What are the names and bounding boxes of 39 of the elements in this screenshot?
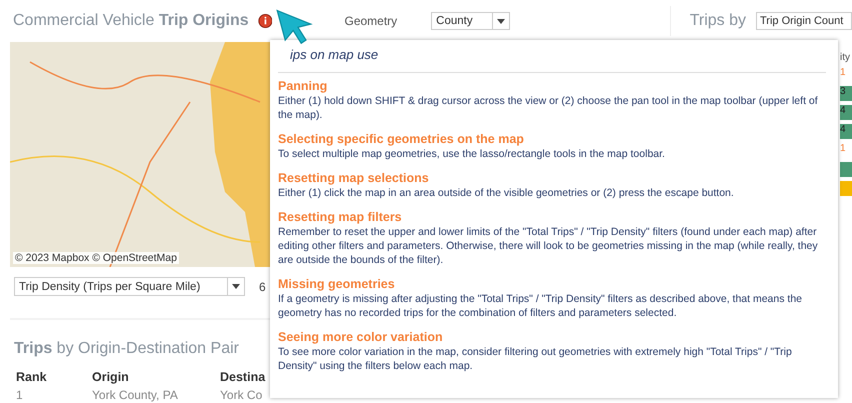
table-title: Trips by Origin-Destination Pair [13, 340, 239, 358]
section-heading: Panning [278, 79, 328, 94]
table-cell-text: 1 [16, 388, 24, 403]
bar: 3 [840, 86, 852, 101]
section-heading: Selecting specific geometries on the map [278, 132, 525, 147]
bar: 4 [840, 124, 852, 139]
table-cell: York Co [220, 388, 262, 403]
popup-title: ips on map use [290, 47, 380, 62]
geometry-dropdown[interactable]: County [431, 12, 510, 30]
column-header: ity [840, 52, 851, 63]
map-placeholder[interactable]: © 2023 Mapbox © OpenStreetMap [10, 42, 270, 267]
column-header: Destina [220, 370, 266, 386]
section-heading: Resetting map filters [278, 210, 403, 225]
map-attribution: © 2023 Mapbox © OpenStreetMap [13, 252, 179, 264]
column-header: Origin [92, 370, 130, 386]
info-icon[interactable] [258, 12, 272, 30]
section-heading: Resetting map selections [278, 171, 430, 186]
trips-by-dropdown[interactable]: Trip Origin Count [756, 12, 852, 30]
caret-icon [232, 284, 240, 289]
section-text: If a geometry is missing after adjusting the "Total Trips" / "Trip Density" filters as described above, that means the geometry has no recorded trips for the combination of filters and parameters selected. [278, 292, 804, 320]
section-text: Remember to reset the upper and lower limits of the "Total Trips" / "Trip Density" filters (found under each map) after editing other filters and parameters. Otherwise, there will look to be geometries missing in the map (while really, they are outside the bounds of the filter). [278, 225, 819, 267]
section-text: Either (1) hold down SHIFT & drag cursor across the view or (2) choose the pan tool in the map toolbar (upper left of the map). [278, 94, 819, 122]
dashboard-title: Commercial Vehicle Trip Origins [13, 12, 249, 30]
section-text: To see more color variation in the map, consider filtering out geometries with extremely high "Total Trips" / "Trip Density" using the filters below each map. [278, 345, 793, 373]
cursor-arrow-icon [274, 8, 314, 45]
bar: 4 [840, 105, 852, 120]
value-label: 1 [840, 67, 847, 80]
geometry-label: Geometry [344, 14, 398, 28]
measure-dropdown[interactable]: Trip Density (Trips per Square Mile) [14, 277, 245, 296]
section-text: To select multiple map geometries, use the lasso/rectangle tools in the map toolbar. [278, 147, 666, 161]
table-cell-text: York County, PA [92, 388, 179, 403]
trips-by-label: Trips by [690, 12, 746, 30]
section-heading: Missing geometries [278, 277, 396, 292]
value-label: 1 [840, 143, 847, 156]
range-value: 6 [259, 280, 266, 294]
column-header: Rank [16, 370, 48, 386]
section-heading: Seeing more color variation [278, 330, 444, 345]
section-text: Either (1) click the map in an area outside of the visible geometries or (2) press the escape button. [278, 186, 735, 200]
caret-icon [496, 18, 505, 24]
